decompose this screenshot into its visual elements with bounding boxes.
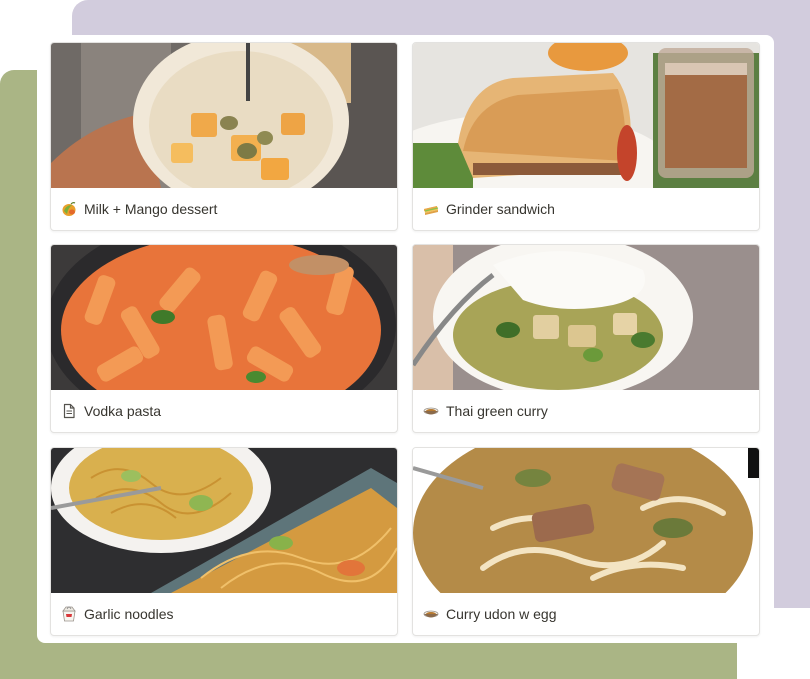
card-title: Milk + Mango dessert <box>84 201 218 217</box>
card-title: Vodka pasta <box>84 403 162 419</box>
gallery-card-vodka-pasta[interactable]: Vodka pasta <box>50 244 398 433</box>
takeout-box-icon <box>60 605 78 623</box>
gallery-card-garlic-noodles[interactable]: Garlic noodles <box>50 447 398 636</box>
card-cover-image <box>413 448 759 593</box>
card-title: Garlic noodles <box>84 606 174 622</box>
gallery-card-curry-udon-w-egg[interactable]: Curry udon w egg <box>412 447 760 636</box>
gallery-card-milk-mango-dessert[interactable]: Milk + Mango dessert <box>50 42 398 231</box>
sandwich-icon <box>422 200 440 218</box>
card-cover-image <box>413 43 759 188</box>
card-cover-image <box>51 43 397 188</box>
card-cover-image <box>51 448 397 593</box>
card-cover-image <box>51 245 397 390</box>
gallery-card-grinder-sandwich[interactable]: Grinder sandwich <box>412 42 760 231</box>
curry-bowl-icon <box>422 605 440 623</box>
card-title: Grinder sandwich <box>446 201 555 217</box>
card-cover-image <box>413 245 759 390</box>
card-title: Curry udon w egg <box>446 606 557 622</box>
gallery-panel: Milk + Mango dessert Grinder sandwich Vo… <box>37 35 774 643</box>
gallery-card-thai-green-curry[interactable]: Thai green curry <box>412 244 760 433</box>
page-icon <box>60 402 78 420</box>
curry-bowl-icon <box>422 402 440 420</box>
card-title: Thai green curry <box>446 403 548 419</box>
mango-icon <box>60 200 78 218</box>
